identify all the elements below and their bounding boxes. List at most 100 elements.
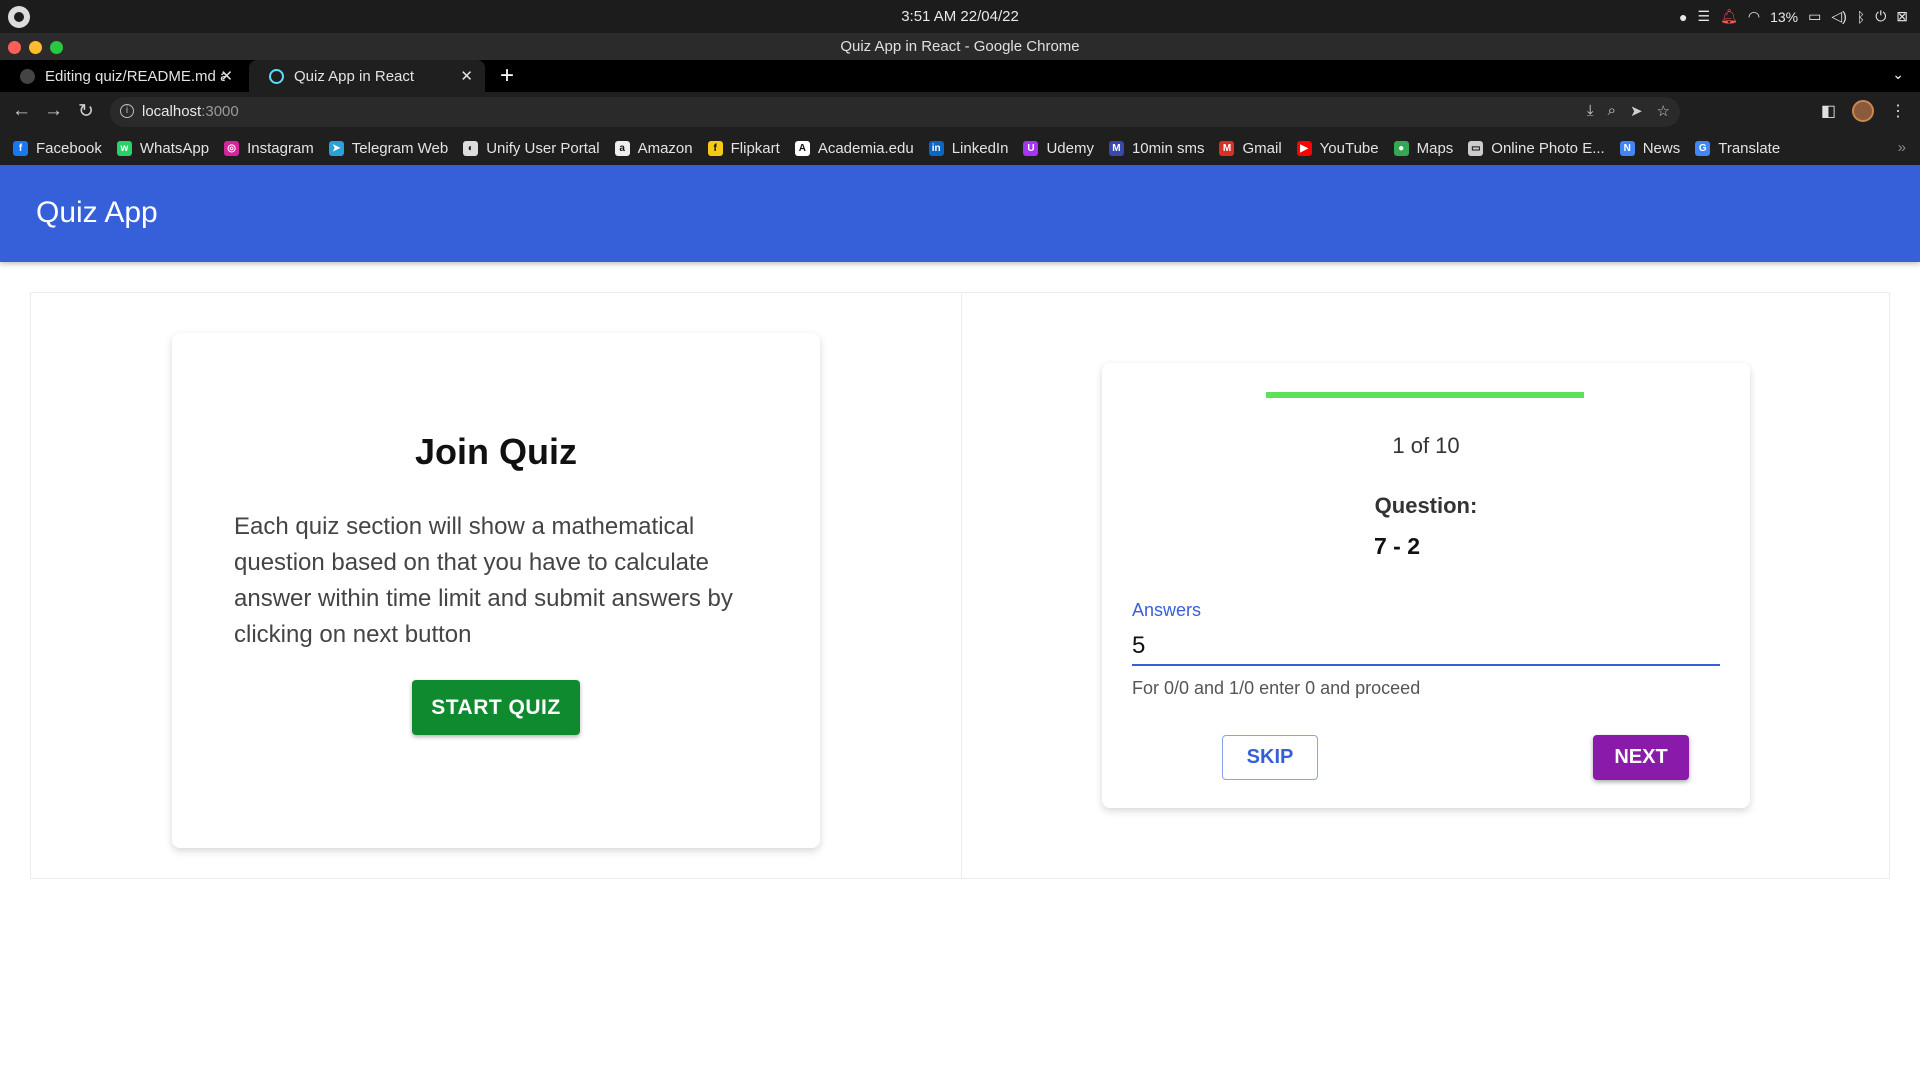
battery-icon: ▭ — [1808, 8, 1822, 24]
sms-icon: M — [1108, 141, 1124, 156]
gmail-icon: M — [1219, 141, 1235, 156]
bookmark-flipkart[interactable]: f Flipkart — [707, 140, 780, 157]
back-icon[interactable]: ← — [12, 100, 31, 122]
close-tab-icon[interactable]: ✕ — [220, 67, 233, 85]
window-title: Quiz App in React - Google Chrome — [840, 38, 1080, 55]
tab-readme[interactable]: Editing quiz/README.md at main ✕ — [0, 60, 245, 92]
bookmark-amazon[interactable]: a Amazon — [614, 140, 693, 157]
bookmark-label: Unify User Portal — [486, 140, 600, 157]
site-info-icon[interactable]: i — [120, 104, 134, 118]
app-title: Quiz App — [36, 196, 158, 229]
bluetooth-icon[interactable]: ᛒ — [1857, 9, 1865, 25]
power-icon[interactable]: ⏻ — [1875, 8, 1886, 25]
next-button[interactable]: NEXT — [1593, 735, 1689, 780]
browser-toolbar: ← → ↻ i localhost:3000 ⤓ ⌕ ➤ ☆ ◧ ⋮ — [0, 92, 1920, 132]
url-host: localhost — [142, 103, 202, 120]
skip-button[interactable]: SKIP — [1222, 735, 1318, 780]
bookmark-news[interactable]: N News — [1619, 140, 1681, 157]
answer-label: Answers — [1132, 600, 1202, 620]
maps-icon: ● — [1393, 141, 1409, 156]
bookmark-gmail[interactable]: M Gmail — [1219, 140, 1282, 157]
bookmark-label: Translate — [1718, 140, 1781, 157]
forward-icon[interactable]: → — [44, 100, 63, 122]
side-panel-icon[interactable]: ◧ — [1821, 101, 1836, 121]
bookmarks-overflow-icon[interactable]: » — [1898, 139, 1906, 156]
udemy-icon: U — [1023, 141, 1039, 156]
bookmark-youtube[interactable]: ▶ YouTube — [1296, 140, 1379, 157]
close-tab-icon[interactable]: ✕ — [460, 67, 473, 85]
tab-quiz-app[interactable]: Quiz App in React ✕ — [249, 60, 485, 92]
telegram-icon: ➤ — [328, 141, 344, 156]
wifi-icon[interactable]: ◠ — [1748, 8, 1760, 25]
tab-search-icon[interactable]: ⌄ — [1892, 66, 1904, 83]
whatsapp-icon: w — [116, 141, 132, 156]
join-quiz-title: Join Quiz — [415, 431, 577, 472]
menu-lines-icon[interactable]: ☰ — [1698, 8, 1711, 25]
volume-icon[interactable]: ◁) — [1831, 8, 1846, 25]
bookmark-unify-user-portal[interactable]: ◐ Unify User Portal — [463, 140, 600, 157]
news-icon: N — [1619, 141, 1635, 156]
bookmark-label: LinkedIn — [951, 140, 1009, 157]
bookmark-udemy[interactable]: U Udemy — [1023, 140, 1094, 157]
bookmark-label: Telegram Web — [351, 140, 449, 157]
bookmark-label: Instagram — [247, 140, 314, 157]
tab-strip: Editing quiz/README.md at main ✕ Quiz Ap… — [0, 60, 1920, 92]
linkedin-icon: in — [928, 141, 944, 156]
bookmark-star-icon[interactable]: ☆ — [1657, 102, 1670, 120]
battery-label[interactable]: 13% — [1770, 9, 1798, 25]
chrome-menu-icon[interactable]: ⋮ — [1890, 101, 1906, 121]
bookmark-label: Academia.edu — [817, 140, 914, 157]
toolbar-right: ◧ ⋮ — [1821, 100, 1906, 122]
progress-bar — [1266, 392, 1584, 398]
bookmark-label: Facebook — [36, 140, 102, 157]
system-tray: ● ☰ 🔔︎ ◠ 13% ▭ ◁) ᛒ ⏻ ⊠ — [1679, 8, 1908, 25]
profile-avatar[interactable] — [1852, 100, 1874, 122]
os-clock[interactable]: 3:51 AM 22/04/22 — [0, 8, 1920, 25]
bookmark-academia-edu[interactable]: A Academia.edu — [794, 140, 914, 157]
photo-editor-icon: ▭ — [1468, 141, 1484, 156]
bookmark-label: 10min sms — [1131, 140, 1205, 157]
github-icon — [20, 68, 35, 84]
bookmark-label: YouTube — [1319, 140, 1379, 157]
omnibox-actions: ⤓ ⌕ ➤ ☆ — [1587, 102, 1670, 120]
bookmark-instagram[interactable]: ◎ Instagram — [224, 140, 314, 157]
bookmark-10min-sms[interactable]: M 10min sms — [1108, 140, 1205, 157]
new-tab-button[interactable]: + — [500, 62, 514, 90]
answer-helper-text: For 0/0 and 1/0 enter 0 and proceed — [1132, 678, 1421, 698]
academia-icon: A — [794, 141, 810, 156]
bookmark-label: Amazon — [637, 140, 693, 157]
bookmark-facebook[interactable]: f Facebook — [13, 140, 102, 157]
bookmark-online-photo-e[interactable]: ▭ Online Photo E... — [1468, 140, 1605, 157]
tab-label: Quiz App in React — [294, 67, 415, 85]
facebook-icon: f — [13, 141, 28, 156]
zoom-icon[interactable]: ⌕ — [1608, 102, 1616, 120]
bookmark-maps[interactable]: ● Maps — [1393, 140, 1454, 157]
exit-icon[interactable]: ⊠ — [1896, 8, 1908, 25]
address-bar[interactable]: i localhost:3000 ⤓ ⌕ ➤ ☆ — [110, 97, 1680, 127]
reload-icon[interactable]: ↻ — [78, 100, 94, 123]
url-text[interactable]: localhost:3000 — [142, 103, 239, 120]
bookmark-label: News — [1642, 140, 1681, 157]
main-container: Join Quiz Each quiz section will show a … — [30, 292, 1890, 879]
install-app-icon[interactable]: ⤓ — [1587, 102, 1594, 120]
tab-label: Editing quiz/README.md at main — [45, 67, 225, 85]
question-counter: 1 of 10 — [1392, 433, 1460, 458]
window-title-bar: Quiz App in React - Google Chrome — [0, 33, 1920, 60]
url-port: :3000 — [201, 103, 239, 120]
notification-bell-icon[interactable]: 🔔︎ — [1720, 8, 1738, 25]
answer-input[interactable] — [1132, 628, 1720, 666]
bookmark-label: Maps — [1416, 140, 1454, 157]
app-header: Quiz App — [0, 165, 1920, 262]
bookmark-translate[interactable]: G Translate — [1695, 140, 1780, 157]
bookmarks-bar: f Facebook w WhatsApp ◎ Instagram ➤ Telegram We… — [0, 132, 1920, 165]
send-icon[interactable]: ➤ — [1630, 102, 1643, 120]
question-label: Question: — [1374, 493, 1478, 518]
record-indicator-icon[interactable]: ● — [1679, 9, 1687, 25]
react-icon — [269, 68, 284, 84]
start-quiz-button[interactable]: START QUIZ — [412, 680, 580, 735]
bookmark-telegram-web[interactable]: ➤ Telegram Web — [328, 140, 449, 157]
os-top-bar: 3:51 AM 22/04/22 ● ☰ 🔔︎ ◠ 13% ▭ ◁) ᛒ ⏻ ⊠ — [0, 0, 1920, 33]
bookmark-label: Flipkart — [730, 140, 780, 157]
bookmark-linkedin[interactable]: in LinkedIn — [928, 140, 1009, 157]
bookmark-whatsapp[interactable]: w WhatsApp — [116, 140, 209, 157]
